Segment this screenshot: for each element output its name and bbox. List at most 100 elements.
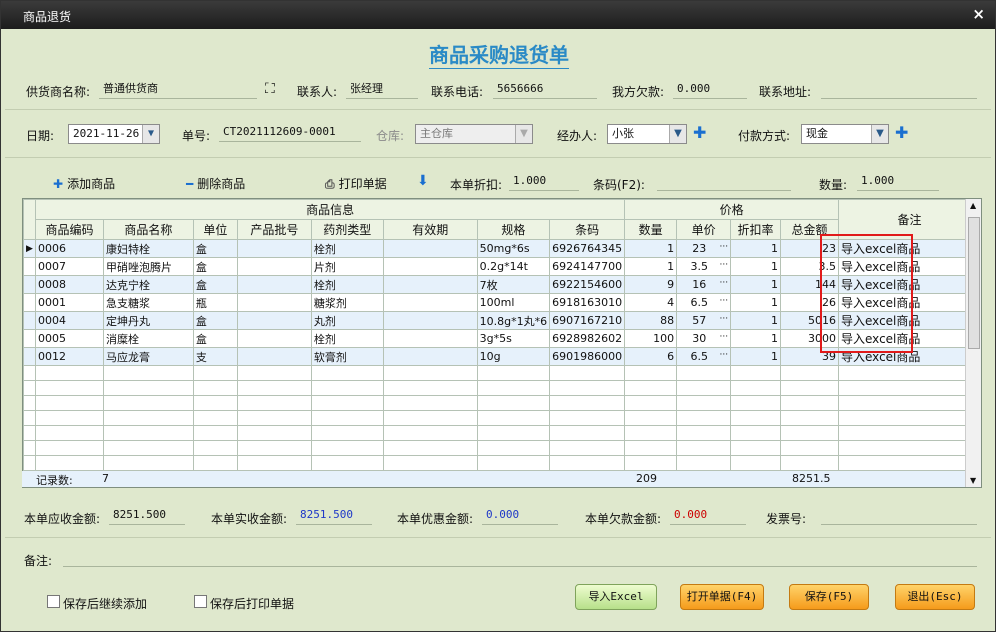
address-field[interactable]: [821, 81, 977, 99]
add-product-button[interactable]: ✚ 添加商品: [53, 175, 115, 192]
column-header[interactable]: 规格: [476, 219, 551, 240]
cell-price[interactable]: 57 ···: [676, 311, 732, 330]
date-picker[interactable]: 2021-11-26 ▼: [68, 124, 160, 144]
cell-spec[interactable]: 100ml: [476, 293, 551, 312]
ellipsis-icon[interactable]: ···: [719, 314, 728, 324]
cell-type[interactable]: 栓剂: [310, 275, 384, 294]
cell-price[interactable]: 3.5 ···: [676, 257, 732, 276]
cell-discount[interactable]: 1: [730, 329, 782, 348]
add-handler-icon[interactable]: ✚: [693, 125, 706, 141]
cell-batch[interactable]: [236, 293, 312, 312]
cell-expiry[interactable]: [382, 311, 478, 330]
ellipsis-icon[interactable]: ···: [719, 350, 728, 360]
cell-qty[interactable]: 100: [624, 329, 678, 348]
cell-unit[interactable]: 盒: [192, 329, 238, 348]
cell-code[interactable]: 0008: [34, 275, 104, 294]
cell-type[interactable]: 片剂: [310, 257, 384, 276]
cell-name[interactable]: 达克宁栓: [102, 275, 194, 294]
cell-price[interactable]: 30 ···: [676, 329, 732, 348]
cell-price[interactable]: 6.5 ···: [676, 293, 732, 312]
ellipsis-icon[interactable]: ···: [719, 332, 728, 342]
add-payment-icon[interactable]: ✚: [895, 125, 908, 141]
cell-discount[interactable]: 1: [730, 311, 782, 330]
qty-field[interactable]: 1.000: [857, 173, 939, 191]
order-no-field[interactable]: CT2021112609-0001: [219, 124, 361, 142]
cell-batch[interactable]: [236, 311, 312, 330]
cell-name[interactable]: 消糜栓: [102, 329, 194, 348]
cell-qty[interactable]: 1: [624, 257, 678, 276]
cell-code[interactable]: 0005: [34, 329, 104, 348]
open-document-button[interactable]: 打开单据(F4): [680, 584, 764, 610]
binoculars-icon[interactable]: ⛶: [265, 81, 275, 97]
payment-select[interactable]: 现金 ▼: [801, 124, 889, 144]
cell-barcode[interactable]: 6922154600: [549, 275, 626, 294]
scroll-thumb[interactable]: [968, 217, 980, 349]
cell-spec[interactable]: 0.2g*14t: [476, 257, 551, 276]
cell-discount[interactable]: 1: [730, 275, 782, 294]
cell-expiry[interactable]: [382, 347, 478, 366]
ellipsis-icon[interactable]: ···: [719, 260, 728, 270]
cell-batch[interactable]: [236, 329, 312, 348]
contact-field[interactable]: 张经理: [346, 81, 418, 99]
column-header[interactable]: 折扣率: [730, 219, 782, 240]
cell-type[interactable]: 栓剂: [310, 239, 384, 258]
invoice-field[interactable]: [821, 507, 977, 525]
cell-expiry[interactable]: [382, 275, 478, 294]
print-after-checkbox[interactable]: [194, 595, 207, 608]
ellipsis-icon[interactable]: ···: [719, 242, 728, 252]
cell-code[interactable]: 0004: [34, 311, 104, 330]
remark-field[interactable]: [63, 549, 977, 567]
column-header[interactable]: 药剂类型: [310, 219, 384, 240]
continue-checkbox[interactable]: [47, 595, 60, 608]
discount-field[interactable]: 1.000: [509, 173, 579, 191]
cell-code[interactable]: 0007: [34, 257, 104, 276]
cell-type[interactable]: 软膏剂: [310, 347, 384, 366]
cell-expiry[interactable]: [382, 329, 478, 348]
vertical-scrollbar[interactable]: ▲ ▼: [965, 199, 981, 487]
import-excel-button[interactable]: 导入Excel: [575, 584, 657, 610]
cell-unit[interactable]: 瓶: [192, 293, 238, 312]
column-header[interactable]: 数量: [624, 219, 678, 240]
cell-discount[interactable]: 1: [730, 257, 782, 276]
cell-qty[interactable]: 1: [624, 239, 678, 258]
cell-spec[interactable]: 10.8g*1丸*6: [476, 311, 551, 330]
cell-barcode[interactable]: 6926764345: [549, 239, 626, 258]
cell-type[interactable]: 丸剂: [310, 311, 384, 330]
cell-name[interactable]: 康妇特栓: [102, 239, 194, 258]
column-header[interactable]: 单价: [676, 219, 732, 240]
column-header[interactable]: 有效期: [382, 219, 478, 240]
cell-expiry[interactable]: [382, 239, 478, 258]
cell-name[interactable]: 甲硝唑泡腾片: [102, 257, 194, 276]
cell-batch[interactable]: [236, 239, 312, 258]
column-header[interactable]: 商品名称: [102, 219, 194, 240]
cell-batch[interactable]: [236, 275, 312, 294]
owed-field[interactable]: 0.000: [670, 507, 746, 525]
exit-button[interactable]: 退出(Esc): [895, 584, 975, 610]
chevron-down-icon[interactable]: ▼: [142, 125, 159, 143]
cell-batch[interactable]: [236, 347, 312, 366]
received-field[interactable]: 8251.500: [296, 507, 372, 525]
cell-spec[interactable]: 7枚: [476, 275, 551, 294]
supplier-field[interactable]: 普通供货商: [99, 81, 257, 99]
cell-qty[interactable]: 4: [624, 293, 678, 312]
scroll-up-icon[interactable]: ▲: [970, 201, 976, 210]
cell-barcode[interactable]: 6918163010: [549, 293, 626, 312]
phone-field[interactable]: 5656666: [493, 81, 597, 99]
cell-name[interactable]: 定坤丹丸: [102, 311, 194, 330]
close-icon[interactable]: ×: [972, 5, 985, 23]
ellipsis-icon[interactable]: ···: [719, 296, 728, 306]
cell-qty[interactable]: 6: [624, 347, 678, 366]
cell-expiry[interactable]: [382, 293, 478, 312]
cell-batch[interactable]: [236, 257, 312, 276]
cell-spec[interactable]: 10g: [476, 347, 551, 366]
cell-unit[interactable]: 盒: [192, 275, 238, 294]
save-button[interactable]: 保存(F5): [789, 584, 869, 610]
cell-type[interactable]: 糖浆剂: [310, 293, 384, 312]
cell-barcode[interactable]: 6907167210: [549, 311, 626, 330]
cell-unit[interactable]: 盒: [192, 257, 238, 276]
cell-code[interactable]: 0001: [34, 293, 104, 312]
debt-field[interactable]: 0.000: [673, 81, 747, 99]
chevron-down-icon[interactable]: ▼: [871, 125, 888, 143]
ellipsis-icon[interactable]: ···: [719, 278, 728, 288]
arrow-down-icon[interactable]: ⬇: [417, 173, 429, 189]
